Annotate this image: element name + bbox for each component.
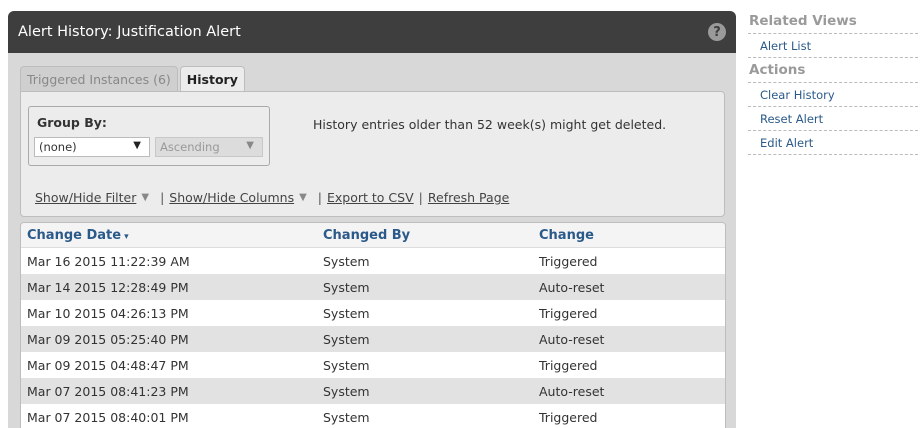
table-row[interactable]: Mar 09 2015 04:48:47 PM System Triggered	[21, 352, 725, 378]
cell-change: Auto-reset	[533, 378, 725, 404]
cell-change: Auto-reset	[533, 274, 725, 300]
panel-title: Alert History: Justification Alert	[18, 24, 241, 40]
history-table-container: Change Date ▾ Changed By Change Mar 16 20…	[20, 222, 726, 428]
cell-change-date: Mar 09 2015 05:25:40 PM	[21, 326, 317, 352]
toolbar-links: Show/Hide Filter ▼ | Show/Hide Columns ▼…	[35, 190, 509, 205]
clear-history-link[interactable]: Clear History	[748, 83, 918, 107]
column-header-change[interactable]: Change	[533, 223, 725, 248]
cell-changed-by: System	[323, 357, 370, 373]
tab-bar: Triggered Instances (6) History	[20, 66, 245, 91]
chevron-down-icon: ▼	[246, 140, 254, 151]
cell-change-date: Mar 07 2015 08:40:01 PM	[27, 409, 189, 425]
chevron-down-icon[interactable]: ▼	[141, 192, 149, 203]
table-row[interactable]: Mar 09 2015 05:25:40 PM System Auto-rese…	[21, 326, 725, 352]
cell-change: Triggered	[539, 357, 598, 373]
cell-change: Triggered	[539, 305, 598, 321]
show-hide-filter-link[interactable]: Show/Hide Filter	[35, 190, 136, 205]
table-row[interactable]: Mar 16 2015 11:22:39 AM System Triggered	[21, 248, 725, 275]
edit-alert-link[interactable]: Edit Alert	[748, 131, 918, 155]
tab-triggered-instances[interactable]: Triggered Instances (6)	[20, 66, 178, 91]
cell-change-date: Mar 07 2015 08:41:23 PM	[21, 378, 317, 404]
group-by-label: Group By:	[37, 115, 107, 130]
actions-heading: Actions	[748, 60, 918, 83]
table-row[interactable]: Mar 07 2015 08:40:01 PM System Triggered	[21, 404, 725, 428]
help-icon[interactable]: ?	[708, 23, 726, 41]
table-row[interactable]: Mar 14 2015 12:28:49 PM System Auto-rese…	[21, 274, 725, 300]
table-header-row: Change Date ▾ Changed By Change	[21, 223, 725, 248]
history-options-box: Group By: (none) ▼ Ascending ▼ History e…	[20, 91, 725, 217]
cell-changed-by: System	[317, 326, 533, 352]
cell-changed-by: System	[323, 409, 370, 425]
related-views-heading: Related Views	[748, 11, 918, 34]
chevron-down-icon: ▼	[133, 140, 141, 151]
group-by-order-select[interactable]: Ascending ▼	[155, 137, 263, 157]
cell-change-date: Mar 16 2015 11:22:39 AM	[27, 253, 190, 269]
history-table: Change Date ▾ Changed By Change Mar 16 20…	[21, 223, 725, 428]
cell-changed-by: System	[323, 305, 370, 321]
cell-change: Triggered	[539, 409, 598, 425]
column-header-changed-by[interactable]: Changed By	[317, 223, 533, 248]
show-hide-columns-link[interactable]: Show/Hide Columns	[169, 190, 294, 205]
refresh-page-link[interactable]: Refresh Page	[428, 190, 509, 205]
separator: |	[160, 190, 165, 205]
alert-list-link[interactable]: Alert List	[748, 34, 918, 58]
tab-history[interactable]: History	[179, 66, 245, 91]
group-by-field-value: (none)	[39, 140, 77, 154]
chevron-down-icon[interactable]: ▼	[299, 192, 307, 203]
alert-history-panel: Alert History: Justification Alert ? Tri…	[8, 11, 736, 428]
history-retention-note: History entries older than 52 week(s) mi…	[313, 117, 667, 132]
reset-alert-link[interactable]: Reset Alert	[748, 107, 918, 131]
cell-changed-by: System	[317, 378, 533, 404]
group-by-order-value: Ascending	[160, 140, 220, 154]
cell-changed-by: System	[317, 274, 533, 300]
sort-descending-icon: ▾	[124, 231, 129, 242]
cell-change: Triggered	[539, 253, 598, 269]
group-by-field-select[interactable]: (none) ▼	[34, 137, 150, 157]
export-csv-link[interactable]: Export to CSV	[327, 190, 414, 205]
separator: |	[317, 190, 323, 205]
column-header-change-date[interactable]: Change Date ▾	[21, 223, 317, 248]
cell-change-date: Mar 09 2015 04:48:47 PM	[27, 357, 189, 373]
group-by-box: Group By: (none) ▼ Ascending ▼	[28, 106, 270, 166]
cell-change: Auto-reset	[533, 326, 725, 352]
cell-changed-by: System	[323, 253, 370, 269]
column-header-label: Change Date	[27, 227, 122, 243]
table-row[interactable]: Mar 10 2015 04:26:13 PM System Triggered	[21, 300, 725, 326]
separator: |	[418, 190, 423, 205]
cell-change-date: Mar 14 2015 12:28:49 PM	[21, 274, 317, 300]
cell-change-date: Mar 10 2015 04:26:13 PM	[27, 305, 189, 321]
panel-header: Alert History: Justification Alert ?	[8, 11, 736, 53]
right-sidebar: Related Views Alert List Actions Clear H…	[748, 11, 918, 155]
table-row[interactable]: Mar 07 2015 08:41:23 PM System Auto-rese…	[21, 378, 725, 404]
